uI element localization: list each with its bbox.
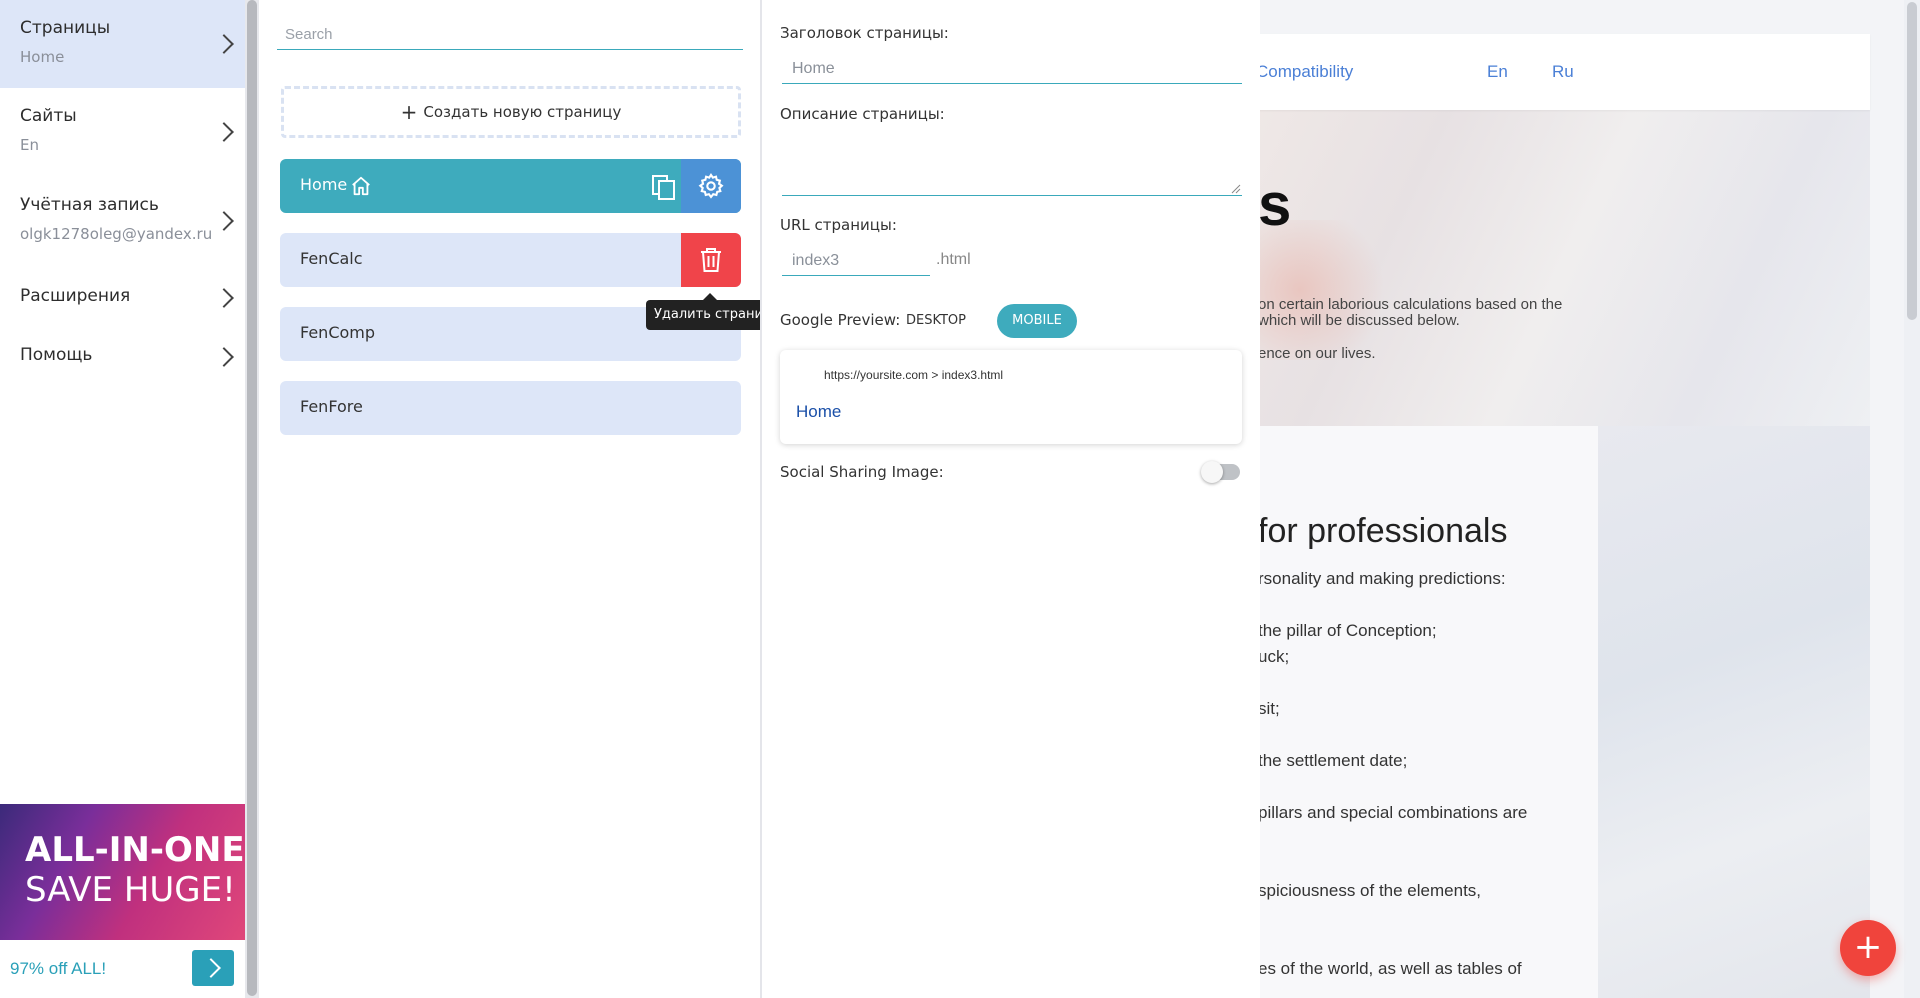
sidebar-item-pages[interactable]: Страницы Home (0, 0, 245, 88)
page-url-input[interactable] (782, 246, 930, 276)
promo-offer-bar: 97% off ALL! (0, 940, 245, 998)
promo-banner[interactable]: ALL-IN-ONE SAVE HUGE! (0, 804, 245, 940)
hero-image (1258, 110, 1870, 426)
intro-line: on certain laborious calculations based … (1258, 296, 1563, 313)
site-navbar: Compatibility En Ru (1258, 34, 1870, 110)
sidebar-item-help[interactable]: Помощь (0, 326, 245, 386)
promo-offer-text: 97% off ALL! (10, 959, 107, 978)
create-page-button[interactable]: + Создать новую страницу (281, 86, 741, 138)
sidebar-item-extensions[interactable]: Расширения (0, 266, 245, 326)
section-text: uck; (1258, 647, 1290, 666)
page-item-label: FenFore (300, 397, 363, 416)
section-text: spiciousness of the elements, (1258, 881, 1482, 900)
page-settings-panel: Заголовок страницы: Описание страницы: U… (762, 0, 1260, 998)
page-settings-button[interactable] (681, 159, 741, 213)
sidebar-item-label: Расширения (20, 286, 131, 306)
chevron-right-icon (214, 211, 234, 231)
section-heading: for professionals (1258, 512, 1508, 550)
sidebar-item-label: Сайты (20, 106, 77, 126)
page-item-label: FenCalc (300, 249, 363, 268)
sidebar-item-label: Страницы (20, 18, 111, 38)
url-suffix: .html (936, 251, 971, 268)
sidebar-item-sub: En (20, 136, 39, 154)
hero-heading: s (1258, 171, 1292, 238)
plus-icon: + (400, 100, 418, 124)
preview-scrollbar-thumb[interactable] (1907, 2, 1917, 320)
gear-icon (698, 173, 724, 199)
nav-link-compatibility[interactable]: Compatibility (1258, 62, 1353, 82)
site-preview: Compatibility En Ru s on certain laborio… (1258, 0, 1920, 998)
section-text: rsonality and making predictions: (1258, 569, 1506, 588)
page-url-label: URL страницы: (780, 216, 897, 234)
page-item-fencalc[interactable]: FenCalc (280, 233, 741, 287)
page-description-textarea[interactable] (782, 128, 1242, 196)
sidebar-item-sub: olgk1278oleg@yandex.ru (20, 225, 213, 243)
sidebar-item-label: Учётная запись (20, 195, 159, 215)
sidebar-item-account[interactable]: Учётная запись olgk1278oleg@yandex.ru (0, 177, 245, 265)
sidebar-item-label: Помощь (20, 345, 93, 365)
add-block-button[interactable]: + (1840, 920, 1896, 976)
sidebar-item-sites[interactable]: Сайты En (0, 88, 245, 176)
google-preview-url: https://yoursite.com > index3.html (824, 368, 1004, 382)
page-description-label: Описание страницы: (780, 105, 945, 123)
intro-line: ence on our lives. (1258, 345, 1376, 362)
section-text: es of the world, as well as tables of (1258, 959, 1522, 978)
google-preview-label: Google Preview: (780, 311, 901, 329)
page-item-label: Home (300, 175, 348, 194)
promo-subheadline: SAVE HUGE! (25, 870, 236, 910)
preview-scrollbar[interactable] (1904, 0, 1920, 998)
social-image-label: Social Sharing Image: (780, 463, 944, 481)
page-item-home[interactable]: Home (280, 159, 741, 213)
page-item-fenfore[interactable]: FenFore (280, 381, 741, 435)
page-title-input[interactable] (782, 54, 1242, 84)
sidebar-scrollbar-thumb[interactable] (247, 0, 257, 996)
chevron-right-icon (214, 288, 234, 308)
section-text: sit; (1258, 699, 1280, 718)
nav-link-en[interactable]: En (1487, 62, 1508, 82)
google-preview-card: https://yoursite.com > index3.html Home (780, 350, 1242, 444)
preview-mobile-toggle[interactable]: MOBILE (997, 304, 1077, 338)
page-item-label: FenComp (300, 323, 376, 342)
preview-desktop-toggle[interactable]: DESKTOP (896, 304, 976, 338)
resize-grip-icon[interactable] (1231, 184, 1241, 194)
intro-line: which will be discussed below. (1258, 312, 1460, 329)
delete-page-button[interactable] (681, 233, 741, 287)
home-icon (352, 176, 370, 196)
pages-panel: + Создать новую страницу Home FenCalc Fen… (259, 0, 788, 998)
google-preview-title: Home (796, 402, 842, 421)
toggle-knob (1201, 461, 1223, 483)
promo-go-button[interactable] (192, 950, 234, 986)
chevron-right-icon (214, 122, 234, 142)
sidebar-item-sub: Home (20, 48, 65, 66)
promo-headline: ALL-IN-ONE (25, 830, 245, 870)
chevron-right-icon (214, 347, 234, 367)
section-text: the settlement date; (1258, 751, 1408, 770)
search-input[interactable] (277, 20, 743, 50)
chevron-right-icon (214, 34, 234, 54)
create-page-label: Создать новую страницу (423, 103, 622, 121)
section-text: pillars and special combinations are (1258, 803, 1528, 822)
social-image-toggle[interactable] (1201, 461, 1240, 483)
nav-link-ru[interactable]: Ru (1552, 62, 1574, 82)
trash-icon (701, 248, 721, 272)
sidebar-nav: Страницы Home Сайты En Учётная запись ol… (0, 0, 245, 998)
page-title-label: Заголовок страницы: (780, 24, 949, 42)
section-background-image (1598, 426, 1870, 998)
section-text: the pillar of Conception; (1258, 621, 1437, 640)
sidebar-scrollbar[interactable] (245, 0, 259, 998)
duplicate-page-icon[interactable] (650, 173, 678, 201)
